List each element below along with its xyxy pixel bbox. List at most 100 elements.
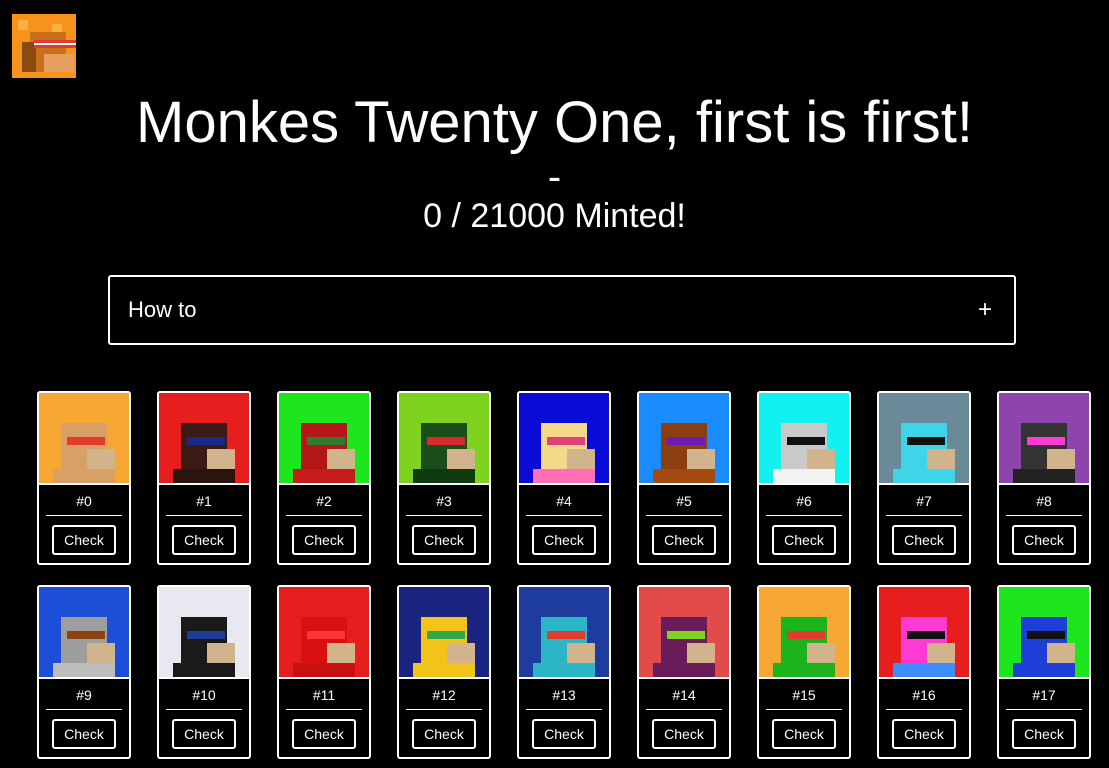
monke-card: #15 Check — [757, 585, 851, 759]
monke-mouth — [327, 449, 355, 469]
check-button[interactable]: Check — [1012, 719, 1076, 749]
monke-body — [413, 469, 475, 483]
monke-mouth — [1047, 449, 1075, 469]
check-button[interactable]: Check — [892, 719, 956, 749]
monke-mouth — [807, 643, 835, 663]
monke-image — [399, 393, 489, 483]
monke-accessory — [187, 437, 225, 445]
card-separator — [166, 709, 242, 710]
monke-body — [1013, 663, 1075, 677]
check-button[interactable]: Check — [172, 525, 236, 555]
minted-counter: 0 / 21000 Minted! — [423, 197, 686, 235]
card-divider — [639, 483, 729, 485]
monke-number: #5 — [676, 493, 692, 509]
monke-image — [399, 587, 489, 677]
check-button[interactable]: Check — [532, 525, 596, 555]
hero: Monkes Twenty One, first is first! - 0 /… — [0, 90, 1109, 236]
monke-accessory — [427, 631, 465, 639]
monke-mouth — [687, 643, 715, 663]
check-button[interactable]: Check — [52, 525, 116, 555]
check-button[interactable]: Check — [412, 525, 476, 555]
card-separator — [46, 515, 122, 516]
check-button[interactable]: Check — [52, 719, 116, 749]
check-button[interactable]: Check — [772, 719, 836, 749]
card-divider — [879, 483, 969, 485]
monke-number: #10 — [192, 687, 216, 703]
monke-image — [159, 393, 249, 483]
monke-accessory — [787, 631, 825, 639]
card-divider — [39, 677, 129, 679]
check-button[interactable]: Check — [532, 719, 596, 749]
monke-accessory — [667, 437, 705, 445]
monke-body — [53, 663, 115, 677]
card-divider — [159, 677, 249, 679]
card-separator — [886, 515, 962, 516]
monke-number: #3 — [436, 493, 452, 509]
check-button[interactable]: Check — [892, 525, 956, 555]
card-divider — [759, 677, 849, 679]
card-separator — [766, 515, 842, 516]
monke-mouth — [567, 449, 595, 469]
check-button[interactable]: Check — [292, 525, 356, 555]
monke-number: #17 — [1032, 687, 1056, 703]
card-divider — [759, 483, 849, 485]
page-title: Monkes Twenty One, first is first! — [136, 90, 973, 155]
monke-body — [413, 663, 475, 677]
how-to-accordion[interactable]: How to + — [108, 275, 1016, 345]
monke-body — [653, 663, 715, 677]
monke-mouth — [447, 643, 475, 663]
monke-image — [519, 393, 609, 483]
monke-image — [279, 587, 369, 677]
card-divider — [519, 677, 609, 679]
monke-mouth — [927, 643, 955, 663]
logo[interactable] — [12, 14, 76, 78]
check-button[interactable]: Check — [292, 719, 356, 749]
monke-image — [639, 587, 729, 677]
monke-number: #1 — [196, 493, 212, 509]
minted-label: Minted! — [574, 197, 686, 235]
monke-mouth — [687, 449, 715, 469]
monke-mouth — [927, 449, 955, 469]
monke-grid: #0 Check #1 Check #2 Check #3 Check #4 Check #5 Che… — [37, 391, 1091, 759]
check-button[interactable]: Check — [172, 719, 236, 749]
monke-body — [173, 663, 235, 677]
monke-accessory — [307, 437, 345, 445]
monke-number: #4 — [556, 493, 572, 509]
check-button[interactable]: Check — [1012, 525, 1076, 555]
card-separator — [406, 709, 482, 710]
card-separator — [766, 709, 842, 710]
monke-card: #7 Check — [877, 391, 971, 565]
monke-accessory — [187, 631, 225, 639]
monke-image — [999, 587, 1089, 677]
monke-logo-icon — [12, 14, 76, 78]
title-dash: - — [547, 155, 562, 199]
card-separator — [526, 709, 602, 710]
card-separator — [1006, 515, 1082, 516]
monke-image — [159, 587, 249, 677]
check-button[interactable]: Check — [412, 719, 476, 749]
card-divider — [39, 483, 129, 485]
monke-accessory — [67, 437, 105, 445]
card-divider — [279, 483, 369, 485]
check-button[interactable]: Check — [772, 525, 836, 555]
monke-image — [759, 587, 849, 677]
monke-body — [773, 469, 835, 483]
check-button[interactable]: Check — [652, 525, 716, 555]
monke-number: #9 — [76, 687, 92, 703]
monke-number: #2 — [316, 493, 332, 509]
expand-plus-icon[interactable]: + — [978, 296, 992, 324]
monke-mouth — [567, 643, 595, 663]
monke-card: #10 Check — [157, 585, 251, 759]
monke-image — [999, 393, 1089, 483]
card-separator — [886, 709, 962, 710]
monke-card: #8 Check — [997, 391, 1091, 565]
monke-card: #13 Check — [517, 585, 611, 759]
monke-number: #16 — [912, 687, 936, 703]
check-button[interactable]: Check — [652, 719, 716, 749]
monke-body — [173, 469, 235, 483]
monke-mouth — [1047, 643, 1075, 663]
monke-mouth — [447, 449, 475, 469]
monke-image — [639, 393, 729, 483]
card-divider — [519, 483, 609, 485]
monke-card: #12 Check — [397, 585, 491, 759]
